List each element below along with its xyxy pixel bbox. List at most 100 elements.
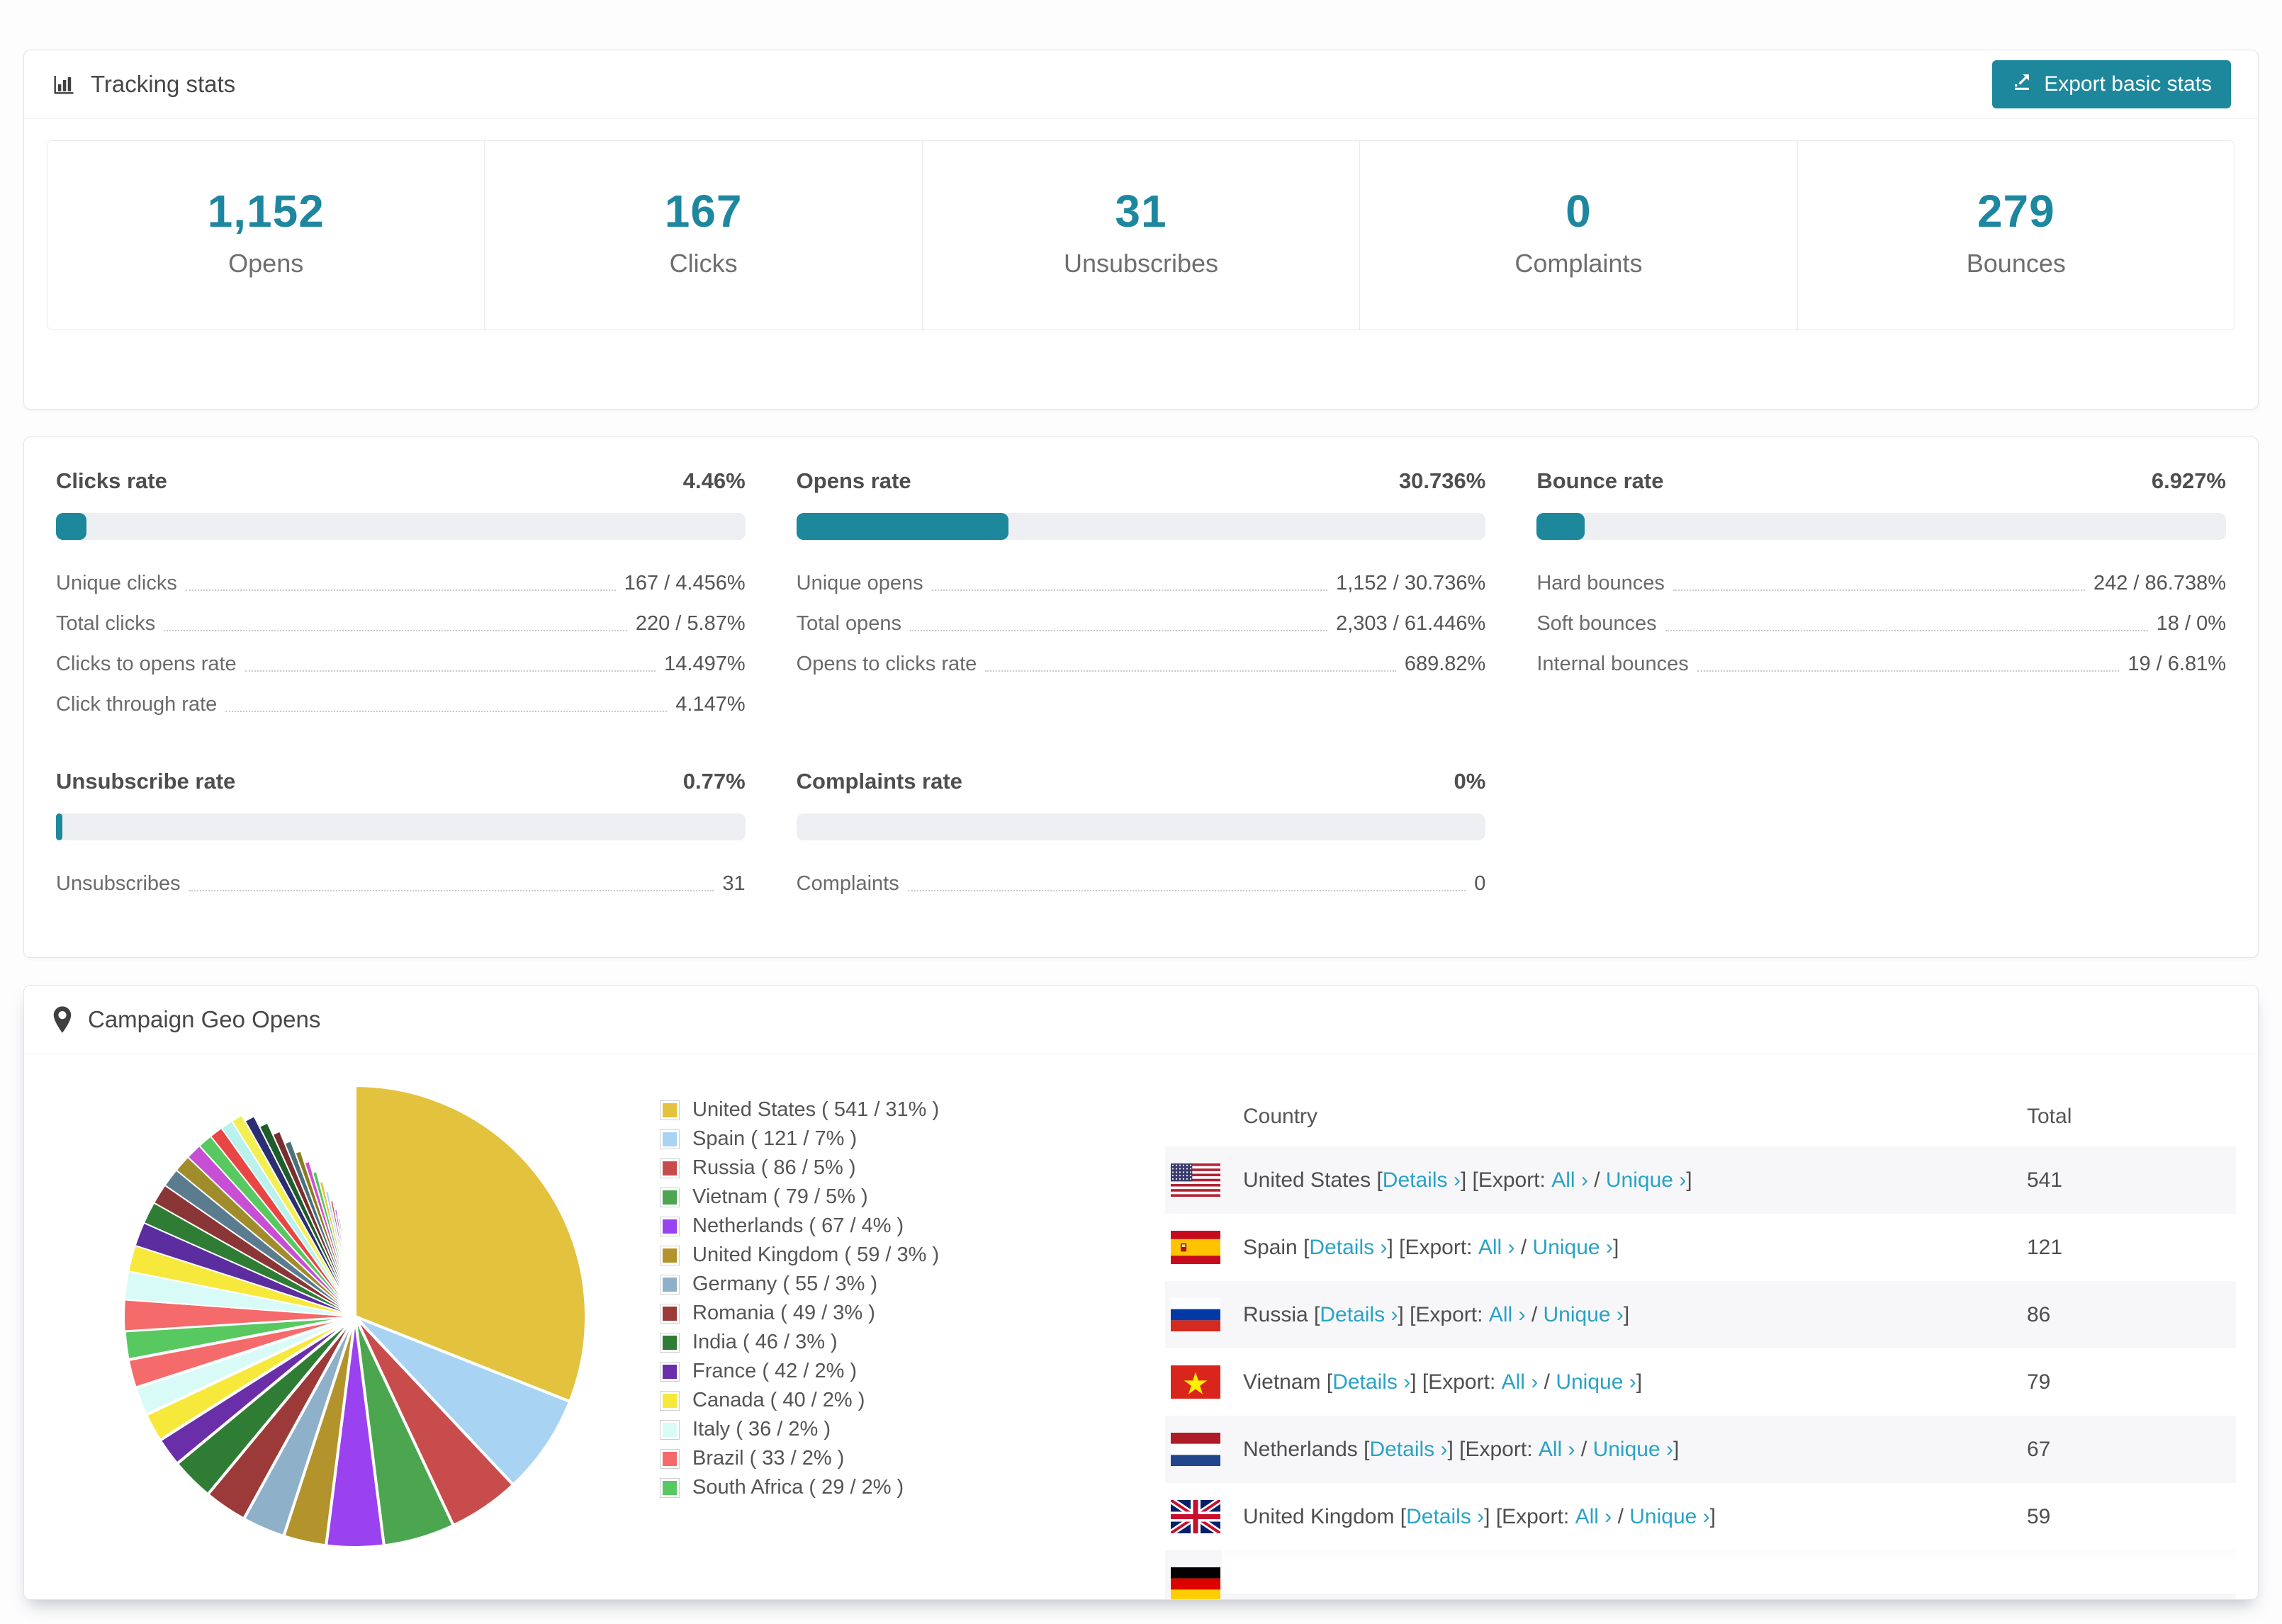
rate-detail-label: Complaints [796,872,899,895]
legend-label: United States ( 541 / 31% ) [692,1098,940,1121]
geo-opens-table: Country Total United States [Details ›] … [1165,1086,2236,1599]
flag-icon-vn [1171,1365,1220,1399]
rate-block-unsubscribe-rate: Unsubscribe rate 0.77% Unsubscribes 31 [56,769,746,904]
progress-bar [56,813,746,840]
progress-bar [56,513,746,540]
rate-detail-row: Internal bounces 19 / 6.81% [1536,644,2226,684]
export-all-link[interactable]: All › [1489,1303,1526,1327]
rate-detail-value: 220 / 5.87% [635,612,746,635]
legend-item: Spain ( 121 / 7% ) [660,1124,939,1154]
rate-detail-value: 167 / 4.456% [624,572,746,594]
legend-item: Canada ( 40 / 2% ) [660,1386,939,1415]
legend-item: Brazil ( 33 / 2% ) [660,1444,939,1473]
export-unique-link[interactable]: Unique › [1533,1236,1613,1260]
stat-box-complaints: 0 Complaints [1359,141,1797,329]
legend-label: Romania ( 49 / 3% ) [692,1302,875,1324]
legend-item: France ( 42 / 2% ) [660,1357,939,1386]
bar-chart-icon [51,72,77,97]
dotted-leader [189,889,714,891]
country-total: 59 [2027,1504,2051,1528]
details-link[interactable]: Details › [1383,1168,1461,1192]
rate-detail-value: 31 [722,872,746,895]
geo-opens-pie-chart [123,1083,588,1550]
legend-swatch [660,1158,680,1178]
legend-swatch [660,1361,680,1382]
rate-head: Unsubscribe rate 0.77% [56,769,746,794]
rate-detail-label: Unsubscribes [56,872,181,895]
legend-label: Russia ( 86 / 5% ) [692,1156,856,1179]
legend-item: United States ( 541 / 31% ) [660,1095,939,1124]
progress-bar-fill [56,813,62,840]
export-unique-link[interactable]: Unique › [1556,1370,1636,1394]
details-link[interactable]: Details › [1309,1236,1387,1260]
rate-detail-label: Click through rate [56,693,218,716]
legend-label: France ( 42 / 2% ) [692,1360,858,1382]
rate-detail-label: Opens to clicks rate [796,653,977,675]
rate-detail-label: Total clicks [56,612,156,635]
stat-label: Clicks [669,249,738,278]
country-total: 86 [2027,1302,2051,1326]
country-name: Vietnam [1243,1370,1327,1394]
legend-label: Brazil ( 33 / 2% ) [692,1447,845,1470]
export-all-link[interactable]: All › [1551,1168,1588,1192]
rate-title: Complaints rate [796,769,962,794]
stat-label: Unsubscribes [1063,249,1219,278]
export-all-link[interactable]: All › [1502,1370,1539,1394]
country-name: Netherlands [1243,1437,1364,1461]
progress-bar [796,513,1486,540]
legend-item: Vietnam ( 79 / 5% ) [660,1183,939,1212]
legend-item: Italy ( 36 / 2% ) [660,1415,939,1444]
country-name: United Kingdom [1243,1504,1400,1528]
export-icon [2011,71,2033,98]
stat-box-bounces: 279 Bounces [1797,141,2235,329]
country-total: 541 [2027,1168,2063,1192]
export-unique-link[interactable]: Unique › [1629,1505,1709,1529]
export-unique-link[interactable]: Unique › [1544,1303,1624,1327]
export-all-link[interactable]: All › [1539,1438,1575,1462]
country-total: 79 [2027,1370,2051,1394]
stat-value: 279 [1977,186,2055,237]
flag-icon-us [1171,1163,1220,1197]
flag-icon-gb [1171,1500,1220,1533]
legend-item: South Africa ( 29 / 2% ) [660,1473,939,1502]
dotted-leader [244,670,656,672]
details-link[interactable]: Details › [1320,1303,1398,1327]
progress-bar [796,813,1486,840]
rate-percent: 30.736% [1398,468,1486,493]
details-link[interactable]: Details › [1406,1505,1484,1529]
export-unique-link[interactable]: Unique › [1606,1168,1686,1192]
export-basic-stats-button[interactable]: Export basic stats [1992,60,2231,108]
rate-detail-label: Soft bounces [1536,612,1657,635]
stats-row: 1,152 Opens 167 Clicks 31 Unsubscribes 0 Compla… [47,140,2235,330]
rate-detail-value: 1,152 / 30.736% [1336,572,1486,594]
legend-swatch [660,1245,680,1265]
legend-swatch [660,1100,680,1120]
details-link[interactable]: Details › [1369,1438,1447,1462]
flag-icon-ru [1171,1298,1220,1331]
tracking-stats-header: Tracking stats Export basic stats [24,50,2258,119]
export-all-link[interactable]: All › [1478,1236,1515,1260]
rate-detail-row: Unique clicks 167 / 4.456% [56,563,746,604]
dotted-leader [1673,589,2085,591]
export-unique-link[interactable]: Unique › [1593,1438,1673,1462]
dotted-leader [225,710,668,712]
legend-swatch [660,1216,680,1236]
rates-grid: Clicks rate 4.46% Unique clicks 167 / 4.456… [56,468,2226,904]
legend-item: United Kingdom ( 59 / 3% ) [660,1241,939,1270]
details-link[interactable]: Details › [1332,1370,1410,1394]
rate-detail-row: Total clicks 220 / 5.87% [56,604,746,644]
export-all-link[interactable]: All › [1575,1505,1612,1529]
flag-icon-es [1171,1231,1220,1264]
rate-block-bounce-rate: Bounce rate 6.927% Hard bounces 242 / 86.73… [1536,468,2226,725]
country-name: Spain [1243,1235,1304,1259]
progress-bar-fill [1536,513,1585,540]
dotted-leader [985,670,1396,672]
flag-icon-nl [1171,1433,1220,1466]
stat-box-unsubscribes: 31 Unsubscribes [921,141,1359,329]
rate-detail-row: Clicks to opens rate 14.497% [56,644,746,684]
country-total: 67 [2027,1437,2051,1461]
legend-item: India ( 46 / 3% ) [660,1328,939,1357]
rate-block-opens-rate: Opens rate 30.736% Unique opens 1,152 / 30.… [796,468,1486,725]
rate-head: Clicks rate 4.46% [56,468,746,494]
rate-detail-label: Unique opens [796,572,923,594]
